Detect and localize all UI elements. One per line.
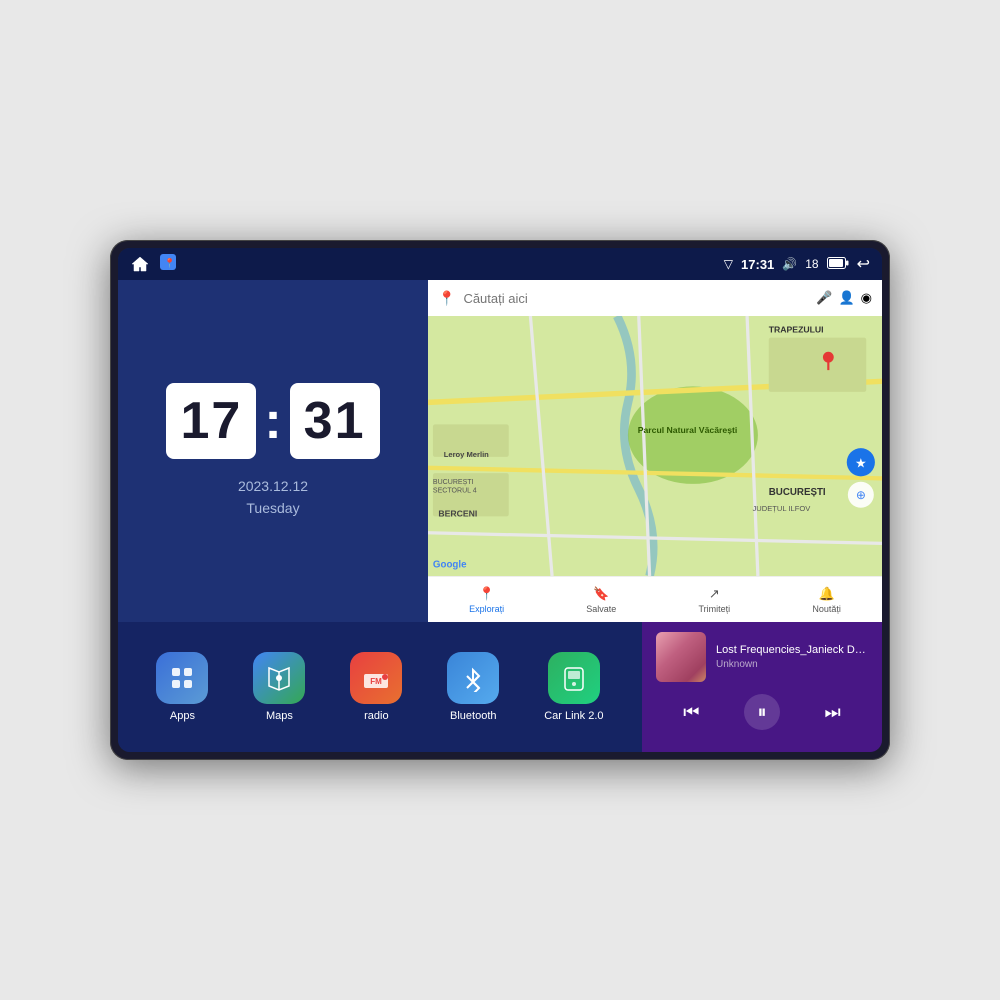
svg-text:FM: FM: [371, 677, 383, 686]
carlink-icon: [548, 652, 600, 704]
status-right-info: ▽ 17:31 🔊 18 ↩: [724, 254, 870, 274]
app-item-maps[interactable]: Maps: [253, 652, 305, 722]
music-player: Lost Frequencies_Janieck Devy-... Unknow…: [642, 622, 882, 752]
svg-text:SECTORUL 4: SECTORUL 4: [433, 488, 477, 495]
clock-minute: 31: [290, 383, 380, 459]
maps-status-icon[interactable]: 📍: [160, 254, 176, 275]
map-nav-saved[interactable]: 🔖 Salvate: [586, 586, 616, 614]
svg-text:Parcul Natural Văcărești: Parcul Natural Văcărești: [638, 425, 738, 435]
apps-icon: [156, 652, 208, 704]
battery-icon: [827, 257, 849, 272]
car-unit-device: 📍 ▽ 17:31 🔊 18 ↩: [110, 240, 890, 760]
bluetooth-label: Bluetooth: [450, 710, 496, 722]
send-label: Trimiteți: [699, 604, 731, 614]
map-background[interactable]: Parcul Natural Văcărești Leroy Merlin TR…: [428, 316, 882, 576]
news-label: Noutăți: [812, 604, 841, 614]
maps-icon: [253, 652, 305, 704]
music-top-section: Lost Frequencies_Janieck Devy-... Unknow…: [656, 632, 868, 682]
play-pause-button[interactable]: ⏸: [744, 694, 780, 730]
bluetooth-icon: [447, 652, 499, 704]
voice-search-icon[interactable]: 🎤: [816, 290, 832, 306]
battery-percent: 18: [805, 257, 818, 271]
music-title: Lost Frequencies_Janieck Devy-...: [716, 644, 868, 656]
clock-display: 17 : 31: [166, 383, 379, 459]
clock-separator: :: [264, 391, 281, 451]
carlink-label: Car Link 2.0: [544, 710, 603, 722]
map-pin-icon: 📍: [438, 290, 455, 307]
radio-label: radio: [364, 710, 388, 722]
music-artist: Unknown: [716, 659, 868, 670]
map-nav-news[interactable]: 🔔 Noutăți: [812, 586, 841, 614]
map-nav-send[interactable]: ↗ Trimiteți: [699, 586, 731, 614]
layers-icon[interactable]: ◉: [861, 290, 872, 306]
svg-text:BUCUREȘTI: BUCUREȘTI: [433, 479, 474, 486]
svg-text:BUCUREȘTI: BUCUREȘTI: [769, 487, 826, 498]
map-widget[interactable]: 📍 🎤 👤 ◉: [428, 280, 882, 622]
svg-text:TRAPEZULUI: TRAPEZULUI: [769, 324, 824, 334]
svg-text:★: ★: [855, 456, 867, 471]
svg-text:📍: 📍: [164, 257, 175, 268]
home-icon[interactable]: [130, 254, 150, 274]
top-row: 17 : 31 2023.12.12 Tuesday 📍: [118, 280, 882, 622]
explore-icon: 📍: [479, 586, 495, 602]
music-info: Lost Frequencies_Janieck Devy-... Unknow…: [716, 644, 868, 670]
explore-label: Explorați: [469, 604, 504, 614]
svg-text:JUDEȚUL ILFOV: JUDEȚUL ILFOV: [753, 504, 812, 513]
app-item-carlink[interactable]: Car Link 2.0: [544, 652, 603, 722]
map-bottom-nav: 📍 Explorați 🔖 Salvate ↗ Trimiteți 🔔: [428, 576, 882, 622]
previous-button[interactable]: ⏮: [673, 694, 709, 730]
next-button[interactable]: ⏭: [815, 694, 851, 730]
device-screen: 📍 ▽ 17:31 🔊 18 ↩: [118, 248, 882, 752]
clock-date: 2023.12.12 Tuesday: [238, 475, 308, 520]
back-icon[interactable]: ↩: [857, 254, 870, 274]
news-icon: 🔔: [819, 586, 835, 602]
clock-widget: 17 : 31 2023.12.12 Tuesday: [118, 280, 428, 622]
svg-text:Google: Google: [433, 559, 467, 570]
map-search-input[interactable]: [463, 291, 808, 306]
maps-label: Maps: [266, 710, 293, 722]
map-top-icons: 🎤 👤 ◉: [816, 290, 872, 306]
svg-text:Leroy Merlin: Leroy Merlin: [444, 450, 489, 459]
music-controls: ⏮ ⏸ ⏭: [656, 694, 868, 730]
apps-area: Apps Maps: [118, 622, 642, 752]
svg-text:⊕: ⊕: [856, 488, 866, 502]
send-icon: ↗: [709, 586, 720, 602]
saved-icon: 🔖: [593, 586, 609, 602]
clock-hour: 17: [166, 383, 256, 459]
svg-text:BERCENI: BERCENI: [438, 508, 477, 518]
map-nav-explore[interactable]: 📍 Explorați: [469, 586, 504, 614]
status-left-icons: 📍: [130, 254, 176, 275]
main-content: 17 : 31 2023.12.12 Tuesday 📍: [118, 280, 882, 752]
radio-icon: FM: [350, 652, 402, 704]
app-item-radio[interactable]: FM radio: [350, 652, 402, 722]
apps-label: Apps: [170, 710, 195, 722]
app-item-apps[interactable]: Apps: [156, 652, 208, 722]
volume-icon: 🔊: [782, 257, 797, 271]
account-icon[interactable]: 👤: [838, 290, 854, 306]
music-thumbnail: [656, 632, 706, 682]
signal-icon: ▽: [724, 257, 733, 271]
music-thumbnail-image: [656, 632, 706, 682]
time-display: 17:31: [741, 257, 774, 272]
app-item-bluetooth[interactable]: Bluetooth: [447, 652, 499, 722]
map-search-bar[interactable]: 📍 🎤 👤 ◉: [428, 280, 882, 316]
status-bar: 📍 ▽ 17:31 🔊 18 ↩: [118, 248, 882, 280]
bottom-row: Apps Maps: [118, 622, 882, 752]
saved-label: Salvate: [586, 604, 616, 614]
